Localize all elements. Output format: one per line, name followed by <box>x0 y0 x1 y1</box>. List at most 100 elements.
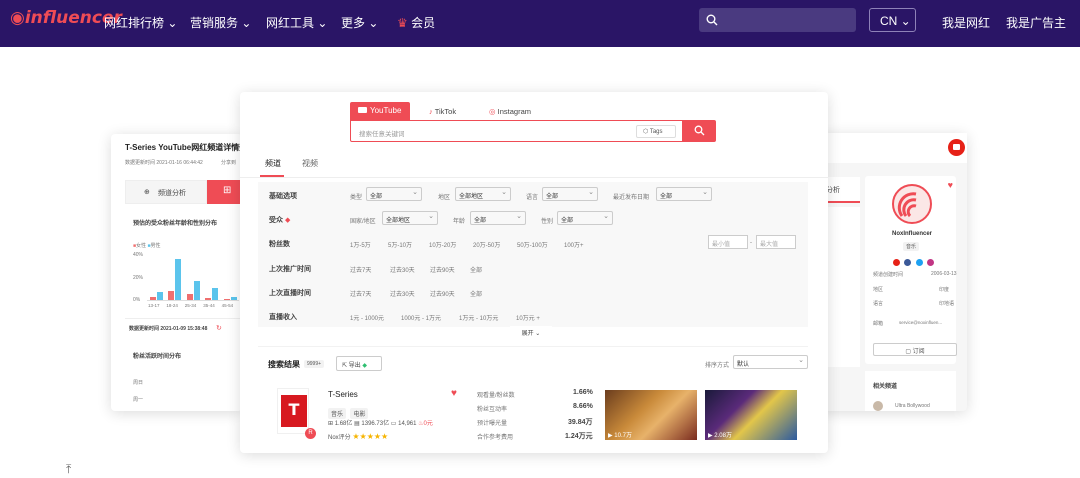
filter-age-select[interactable]: 全部 <box>470 211 526 225</box>
x-tick-35-44: 35-44 <box>203 303 215 308</box>
nox-score-label: Nox评分 <box>328 435 351 441</box>
nav-vip[interactable]: ♛ 会员 <box>397 14 435 31</box>
fans-opt-1[interactable]: 1万-5万 <box>350 240 371 249</box>
income-opt-2[interactable]: 1000元 - 1万元 <box>401 313 441 322</box>
filters-panel: 基础选项 类型 全部 地区 全部地区 语言 全部 最近发布日期 全部 受众 ◆ … <box>258 182 808 327</box>
bar-male-25-34 <box>193 280 200 300</box>
stat-subscribers: 1.68亿 <box>334 421 353 427</box>
search-main-card: YouTube ♪ TikTok ◎ Instagram 搜索任意关键词 ⬡ T… <box>240 92 828 453</box>
update-time: 数据更新时间 2021-01-16 06:44:42 <box>125 160 203 166</box>
nav-tools[interactable]: 网红工具 ⌄ <box>266 14 327 31</box>
vip-diamond-icon: ◆ <box>284 217 291 224</box>
nav-more[interactable]: 更多 ⌄ <box>341 14 378 31</box>
sort-select[interactable]: 默认 <box>733 355 808 369</box>
platform-tab-instagram[interactable]: ◎ Instagram <box>489 107 531 116</box>
fans-opt-4[interactable]: 20万-50万 <box>473 240 500 249</box>
filter-language-select[interactable]: 全部 <box>542 187 598 201</box>
fans-opt-3[interactable]: 10万-20万 <box>429 240 456 249</box>
platform-tab-tiktok[interactable]: ♪ TikTok <box>429 107 456 116</box>
filter-type-label: 类型 <box>350 195 363 201</box>
filter-gender-select[interactable]: 全部 <box>557 211 613 225</box>
y-tick-0: 0% <box>133 297 141 303</box>
tab-channels[interactable]: 频道 <box>265 158 281 169</box>
ig-social-icon[interactable] <box>927 259 935 266</box>
video-thumbnail-2[interactable]: ▶ 2.08万 <box>705 390 797 440</box>
filter-publish-select[interactable]: 全部 <box>656 187 712 201</box>
heart-icon[interactable]: ♥ <box>451 388 457 399</box>
promo-opt-90d[interactable]: 过去90天 <box>430 265 455 274</box>
search-submit-button[interactable] <box>682 120 716 142</box>
refresh-icon[interactable]: ↻ <box>216 324 222 332</box>
channel-name[interactable]: T-Series <box>328 390 358 399</box>
youtube-icon[interactable] <box>948 139 965 156</box>
filter-type-select[interactable]: 全部 <box>366 187 422 201</box>
vip-diamond-icon: ◆ <box>362 363 368 369</box>
back-to-top-icon[interactable]: ⤒ <box>66 462 71 477</box>
filter-basic-label: 基础选项 <box>269 193 297 200</box>
tab-active-red[interactable]: ⊞ <box>207 180 242 204</box>
video-thumbnail-1[interactable]: ▶ 10.7万 <box>605 390 697 440</box>
filter-audience-text: 受众 <box>269 217 283 224</box>
live-opt-90d[interactable]: 过去90天 <box>430 289 455 298</box>
fans-opt-6[interactable]: 100万+ <box>564 240 584 249</box>
filter-region-label: 地区 <box>438 195 451 201</box>
channel-avatar[interactable]: T <box>277 388 309 434</box>
promo-opt-all[interactable]: 全部 <box>470 265 482 274</box>
tab-videos[interactable]: 视频 <box>302 158 318 169</box>
live-opt-30d[interactable]: 过去30天 <box>390 289 415 298</box>
i-am-advertiser-link[interactable]: 我是广告主 <box>1006 14 1066 31</box>
filter-aud-region-label: 国家/地区 <box>350 219 376 225</box>
platform-tab-youtube-label: YouTube <box>370 106 402 115</box>
fb-social-icon[interactable] <box>904 259 912 266</box>
results-count: 9999+ <box>304 360 325 368</box>
fans-opt-2[interactable]: 5万-10万 <box>388 240 412 249</box>
platform-tab-instagram-label: Instagram <box>497 107 531 116</box>
related-panel: 相关频道 Ultra Bollywood <box>865 371 956 411</box>
fans-opt-5[interactable]: 50万-100万 <box>517 240 548 249</box>
filter-live-income-label: 直播收入 <box>269 314 297 321</box>
tab-channel-analysis[interactable]: ⊕ 频道分析 <box>125 180 207 204</box>
tiktok-icon: ♪ <box>429 107 433 116</box>
search-icon <box>694 125 705 136</box>
share-label: 分享到 <box>221 160 237 166</box>
promo-opt-30d[interactable]: 过去30天 <box>390 265 415 274</box>
age-gender-bar-chart <box>147 258 239 301</box>
bar-male-13-17 <box>157 292 163 300</box>
expand-filters-button[interactable]: 展开 ⌄ <box>510 326 552 338</box>
fans-min-input[interactable]: 最小值 <box>708 235 748 249</box>
related-item[interactable]: Ultra Bollywood <box>895 403 930 409</box>
nav-marketing[interactable]: 营销服务 ⌄ <box>190 14 251 31</box>
play-icon: ▶ <box>708 433 713 439</box>
export-button[interactable]: ⇱ 导出 ◆ <box>336 356 382 371</box>
subscribe-button[interactable]: ▢ 订阅 <box>873 343 957 356</box>
income-opt-4[interactable]: 10万元 + <box>516 313 540 322</box>
keyword-search-input[interactable]: 搜索任意关键词 <box>359 128 405 138</box>
language-select[interactable]: CN ⌄ <box>869 8 916 32</box>
tags-button[interactable]: ⬡ Tags <box>636 125 676 138</box>
filter-aud-region-select[interactable]: 全部地区 <box>382 211 438 225</box>
tw-social-icon[interactable] <box>915 259 923 266</box>
promo-opt-7d[interactable]: 过去7天 <box>350 265 371 274</box>
update-time-2: 数据更新时间 2021-01-09 15:38:48 <box>129 326 208 332</box>
income-opt-1[interactable]: 1元 - 1000元 <box>350 313 384 322</box>
video-2-views-text: 2.08万 <box>714 433 732 439</box>
age-gender-chart-title: 预估的受众粉丝年龄和性别分布 <box>133 221 218 227</box>
divider <box>125 318 242 319</box>
live-opt-7d[interactable]: 过去7天 <box>350 289 371 298</box>
range-dash: - <box>750 240 752 246</box>
heart-icon[interactable]: ♥ <box>948 180 953 190</box>
result-row[interactable]: T R T-Series ♥ 音乐 电影 ⊞ 1.68亿 ▤ 1396.73亿 … <box>258 378 808 448</box>
filter-last-live-label: 上次直播时间 <box>269 290 311 297</box>
nav-rankings[interactable]: 网红排行榜 ⌄ <box>104 14 177 31</box>
i-am-influencer-link[interactable]: 我是网红 <box>942 14 990 31</box>
filter-region-select[interactable]: 全部地区 <box>455 187 511 201</box>
stat-views: 1396.73亿 <box>361 421 390 427</box>
platform-tab-youtube[interactable]: YouTube <box>350 102 410 120</box>
crown-icon: ♛ <box>397 16 408 30</box>
nav-vip-label: 会员 <box>411 16 436 30</box>
yt-social-icon[interactable] <box>893 259 900 266</box>
income-opt-3[interactable]: 1万元 - 10万元 <box>459 313 498 322</box>
live-opt-all[interactable]: 全部 <box>470 289 482 298</box>
fans-max-input[interactable]: 最大值 <box>756 235 796 249</box>
search-input[interactable] <box>699 8 856 32</box>
